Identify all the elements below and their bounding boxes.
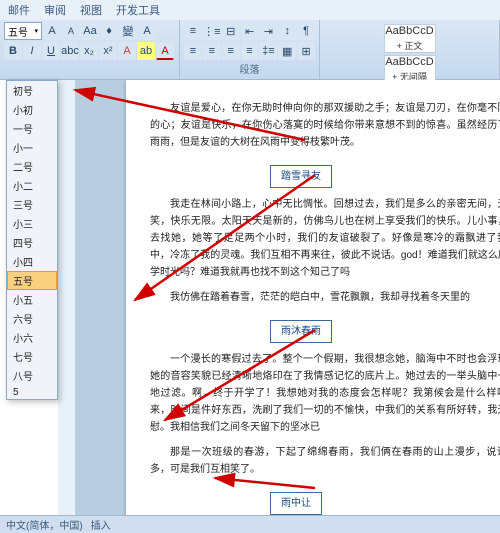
borders-button[interactable]: ⊞: [297, 42, 315, 60]
paragraph: 友谊是爱心，在你无助时伸向你的那双援助之手；友谊是刀刃，在你毫不防的你的心；友谊…: [150, 100, 500, 151]
italic-button[interactable]: I: [23, 42, 41, 60]
status-insert-mode[interactable]: 插入: [91, 517, 111, 532]
phonetic-button[interactable]: 變: [119, 22, 137, 40]
shrink-font-button[interactable]: A: [62, 22, 80, 40]
menu-view[interactable]: 视图: [80, 2, 102, 18]
sort-button[interactable]: ↕: [278, 22, 296, 40]
font-size-option[interactable]: 四号: [7, 233, 57, 252]
style-normal[interactable]: AaBbCcD+ 正文: [384, 24, 436, 53]
highlight-button[interactable]: ab: [137, 42, 155, 60]
align-left-button[interactable]: ≡: [184, 42, 202, 60]
status-bar: 中文(简体，中国) 插入: [0, 515, 500, 533]
shading-button[interactable]: ▦: [278, 42, 296, 60]
vertical-ruler: [58, 80, 76, 515]
paragraph: 一个漫长的寒假过去了。整个一个假期，我很想念她，脑海中不时也会浮现原来她的音容笑…: [150, 351, 500, 436]
bold-button[interactable]: B: [4, 42, 22, 60]
font-size-option[interactable]: 小初: [7, 100, 57, 119]
ribbon-group-paragraph: ≡ ⋮≡ ⊟ ⇤ ⇥ ↕ ¶ ≡ ≡ ≡ ≡ ‡≡ ▦ ⊞ 段落: [180, 20, 320, 79]
ribbon: 五号▾ A A Aa ♦ 變 A B I U abc x₂ x² A ab A …: [0, 20, 500, 80]
justify-button[interactable]: ≡: [241, 42, 259, 60]
workspace: 初号小初一号小一二号小二三号小三四号小四五号小五六号小六七号八号55.56.57…: [0, 80, 500, 515]
text-effect-button[interactable]: A: [118, 42, 136, 60]
heading-2: 雨沐春雨: [270, 320, 332, 343]
font-size-option[interactable]: 5: [7, 385, 57, 400]
grow-font-button[interactable]: A: [43, 22, 61, 40]
font-size-selector[interactable]: 五号▾: [4, 22, 42, 40]
subscript-button[interactable]: x₂: [80, 42, 98, 60]
underline-button[interactable]: U: [42, 42, 60, 60]
show-marks-button[interactable]: ¶: [297, 22, 315, 40]
bullets-button[interactable]: ≡: [184, 22, 202, 40]
paragraph: 我走在林间小路上，心中无比惆怅。回想过去，我们是多么的亲密无间，天说有笑，快乐无…: [150, 196, 500, 281]
font-size-option[interactable]: 八号: [7, 366, 57, 385]
font-size-option[interactable]: 小六: [7, 328, 57, 347]
font-size-option[interactable]: 小一: [7, 138, 57, 157]
font-size-option[interactable]: 六号: [7, 309, 57, 328]
superscript-button[interactable]: x²: [99, 42, 117, 60]
paragraph: 我仿佛在踏着春雪，茫茫的皑白中，雪花飘飘，我却寻找着冬天里的: [150, 289, 500, 306]
font-size-dropdown[interactable]: 初号小初一号小一二号小二三号小三四号小四五号小五六号小六七号八号55.56.57…: [6, 80, 58, 400]
document-area[interactable]: 友谊是爱心，在你无助时伸向你的那双援助之手；友谊是刀刃，在你毫不防的你的心；友谊…: [76, 80, 500, 515]
change-case-button[interactable]: Aa: [81, 22, 99, 40]
heading-3: 雨中让: [270, 492, 322, 515]
font-size-option[interactable]: 二号: [7, 157, 57, 176]
font-size-option[interactable]: 三号: [7, 195, 57, 214]
font-size-option[interactable]: 初号: [7, 81, 57, 100]
menu-review[interactable]: 审阅: [44, 2, 66, 18]
numbering-button[interactable]: ⋮≡: [203, 22, 221, 40]
menu-mail[interactable]: 邮件: [8, 2, 30, 18]
font-size-option[interactable]: 一号: [7, 119, 57, 138]
font-size-option[interactable]: 小四: [7, 252, 57, 271]
status-language[interactable]: 中文(简体，中国): [6, 517, 83, 532]
font-size-option[interactable]: 小二: [7, 176, 57, 195]
page: 友谊是爱心，在你无助时伸向你的那双援助之手；友谊是刀刃，在你毫不防的你的心；友谊…: [126, 80, 500, 515]
ribbon-group-styles: AaBbCcD+ 正文 AaBbCcD+ 无间隔 AaB标题 1 AaBb(标题…: [320, 20, 500, 79]
ribbon-group-font: 五号▾ A A Aa ♦ 變 A B I U abc x₂ x² A ab A: [0, 20, 180, 79]
align-right-button[interactable]: ≡: [222, 42, 240, 60]
align-center-button[interactable]: ≡: [203, 42, 221, 60]
group-label-paragraph: 段落: [184, 61, 315, 77]
font-size-option[interactable]: 小三: [7, 214, 57, 233]
paragraph: 那是一次班级的春游，下起了绵绵春雨，我们俩在春雨的山上漫步，说说然不多，可是我们…: [150, 444, 500, 478]
menu-devtools[interactable]: 开发工具: [116, 2, 160, 18]
multilevel-button[interactable]: ⊟: [222, 22, 240, 40]
clear-format-button[interactable]: ♦: [100, 22, 118, 40]
menu-bar: 邮件 审阅 视图 开发工具: [0, 0, 500, 20]
strike-button[interactable]: abc: [61, 42, 79, 60]
decrease-indent-button[interactable]: ⇤: [241, 22, 259, 40]
heading-1: 踏雪寻友: [270, 165, 332, 188]
increase-indent-button[interactable]: ⇥: [259, 22, 277, 40]
char-border-button[interactable]: A: [138, 22, 156, 40]
font-size-option[interactable]: 五号: [7, 271, 57, 290]
line-spacing-button[interactable]: ‡≡: [259, 42, 277, 60]
font-size-option[interactable]: 小五: [7, 290, 57, 309]
font-size-option[interactable]: 七号: [7, 347, 57, 366]
font-color-button[interactable]: A: [156, 42, 174, 60]
